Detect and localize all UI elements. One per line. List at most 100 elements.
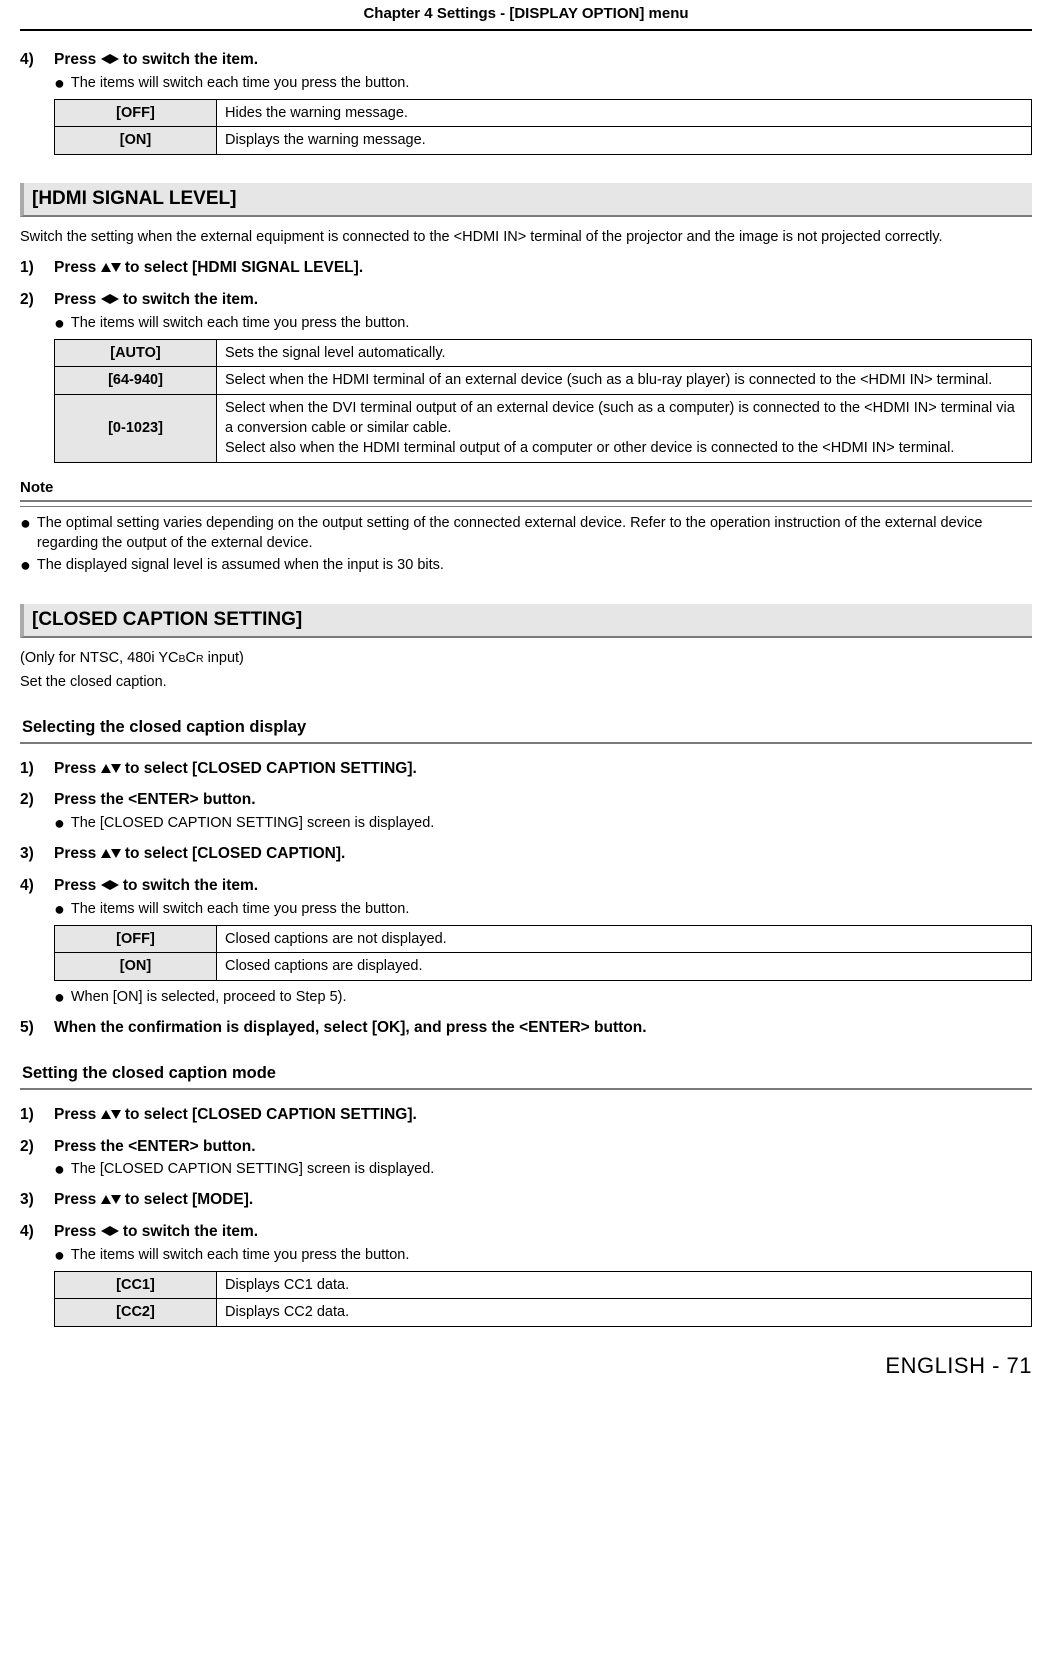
option-label: [AUTO] [55,340,217,367]
text-fragment: to select [CLOSED CAPTION SETTING]. [121,760,417,777]
step-2: 2) Press the <ENTER> button. [20,789,1032,811]
option-label: [OFF] [55,926,217,953]
text-fragment: (Only for NTSC, 480i YC [20,650,178,666]
table-row: [ON] Closed captions are displayed. [55,953,1032,980]
option-desc: Displays CC1 data. [217,1272,1032,1299]
step-text: Press to select [MODE]. [54,1189,253,1211]
chapter-header: Chapter 4 Settings - [DISPLAY OPTION] me… [20,0,1032,31]
step-text: Press to select [CLOSED CAPTION SETTING]… [54,758,417,780]
settings-table-cc-mode: [CC1] Displays CC1 data. [CC2] Displays … [54,1271,1032,1327]
option-desc: Closed captions are not displayed. [217,926,1032,953]
sub-bullet: ● The [CLOSED CAPTION SETTING] screen is… [54,813,1032,833]
up-down-arrows-icon [101,1191,121,1208]
option-desc: Displays the warning message. [217,127,1032,154]
option-desc: Displays CC2 data. [217,1299,1032,1326]
option-desc: Hides the warning message. [217,99,1032,126]
option-label: [0-1023] [55,394,217,462]
table-row: [OFF] Closed captions are not displayed. [55,926,1032,953]
sub-bullet: ● The items will switch each time you pr… [54,313,1032,333]
text-fragment: Press [54,259,101,276]
bullet-dot-icon: ● [54,1159,65,1179]
step-text: Press to switch the item. [54,289,258,311]
step-text: Press to select [HDMI SIGNAL LEVEL]. [54,257,363,279]
text-fragment: to switch the item. [119,1223,259,1240]
section-subtitle-2: Set the closed caption. [20,672,1032,692]
bullet-dot-icon: ● [54,899,65,919]
option-label: [ON] [55,127,217,154]
option-desc: Select when the HDMI terminal of an exte… [217,367,1032,394]
page-footer: ENGLISH - 71 [20,1351,1032,1382]
up-down-arrows-icon [101,845,121,862]
bullet-dot-icon: ● [54,73,65,93]
note-label: Note [20,477,1032,498]
section-intro: Switch the setting when the external equ… [20,227,1032,247]
step-number: 1) [20,1104,54,1126]
step-number: 1) [20,758,54,780]
subsection-heading-mode: Setting the closed caption mode [20,1059,1032,1090]
table-row: [64-940] Select when the HDMI terminal o… [55,367,1032,394]
text-fragment: Press [54,291,101,308]
step-1: 1) Press to select [HDMI SIGNAL LEVEL]. [20,257,1032,279]
note-text: The optimal setting varies depending on … [37,513,1032,554]
step-number: 3) [20,1189,54,1211]
step-text: Press the <ENTER> button. [54,1136,256,1158]
step-number: 2) [20,789,54,811]
sub-bullet: ● The items will switch each time you pr… [54,899,1032,919]
option-label: [CC1] [55,1272,217,1299]
step-text: Press to switch the item. [54,1221,258,1243]
step-number: 1) [20,257,54,279]
text-fragment: Press [54,877,101,894]
step-4: 4) Press to switch the item. [20,875,1032,897]
step-5: 5) When the confirmation is displayed, s… [20,1017,1032,1039]
settings-table-cc-onoff: [OFF] Closed captions are not displayed.… [54,925,1032,981]
step-number: 4) [20,1221,54,1243]
note-divider [20,500,1032,507]
up-down-arrows-icon [101,1106,121,1123]
step-text: Press to select [CLOSED CAPTION SETTING]… [54,1104,417,1126]
step-text: Press to switch the item. [54,49,258,71]
text-fragment: input) [204,650,244,666]
step-2: 2) Press to switch the item. [20,289,1032,311]
settings-table-hdmi: [AUTO] Sets the signal level automatical… [54,339,1032,462]
up-down-arrows-icon [101,259,121,276]
table-row: [CC1] Displays CC1 data. [55,1272,1032,1299]
step-number: 2) [20,1136,54,1158]
table-row: [CC2] Displays CC2 data. [55,1299,1032,1326]
text-fragment: Press [54,1106,101,1123]
step-text: Press the <ENTER> button. [54,789,256,811]
left-right-arrows-icon [101,877,119,894]
text-subscript: B [178,653,185,665]
bullet-dot-icon: ● [20,555,31,575]
step-4: 4) Press to switch the item. [20,49,1032,71]
step-1: 1) Press to select [CLOSED CAPTION SETTI… [20,758,1032,780]
bullet-text: The [CLOSED CAPTION SETTING] screen is d… [71,1159,434,1179]
option-label: [CC2] [55,1299,217,1326]
step-3: 3) Press to select [CLOSED CAPTION]. [20,843,1032,865]
note-text: The displayed signal level is assumed wh… [37,555,444,575]
table-row: [AUTO] Sets the signal level automatical… [55,340,1032,367]
option-desc: Select when the DVI terminal output of a… [217,394,1032,462]
section-heading-hdmi: [HDMI SIGNAL LEVEL] [20,183,1032,218]
left-right-arrows-icon [101,1223,119,1240]
bullet-text: The items will switch each time you pres… [71,899,409,919]
text-fragment: to select [CLOSED CAPTION SETTING]. [121,1106,417,1123]
option-desc: Closed captions are displayed. [217,953,1032,980]
option-label: [OFF] [55,99,217,126]
section-subtitle: (Only for NTSC, 480i YCBCR input) [20,648,1032,668]
step-number: 3) [20,843,54,865]
bullet-text: When [ON] is selected, proceed to Step 5… [71,987,347,1007]
up-down-arrows-icon [101,760,121,777]
table-row: [ON] Displays the warning message. [55,127,1032,154]
bullet-text: The items will switch each time you pres… [71,73,409,93]
step-text: Press to switch the item. [54,875,258,897]
left-right-arrows-icon [101,291,119,308]
text-fragment: to select [HDMI SIGNAL LEVEL]. [121,259,364,276]
step-number: 4) [20,49,54,71]
text-fragment: to select [CLOSED CAPTION]. [121,845,346,862]
bullet-dot-icon: ● [20,513,31,554]
step-number: 5) [20,1017,54,1039]
step-1: 1) Press to select [CLOSED CAPTION SETTI… [20,1104,1032,1126]
sub-bullet: ● The [CLOSED CAPTION SETTING] screen is… [54,1159,1032,1179]
table-row: [0-1023] Select when the DVI terminal ou… [55,394,1032,462]
note-bullet: ● The optimal setting varies depending o… [20,513,1032,554]
